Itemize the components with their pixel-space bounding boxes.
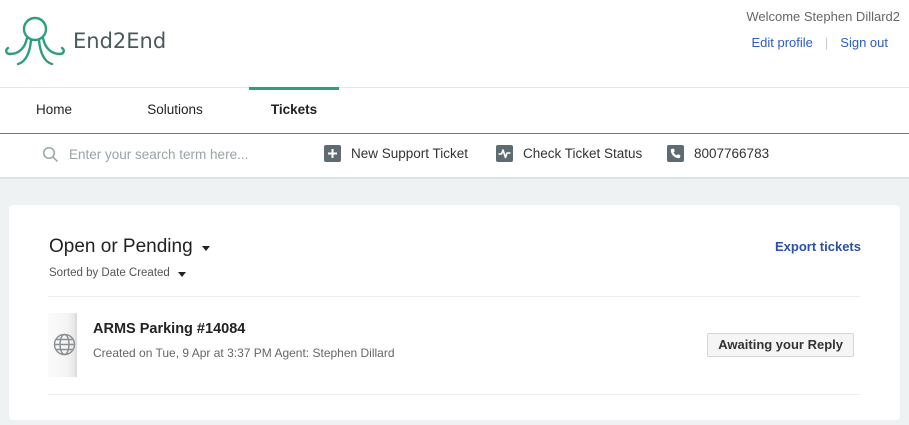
ticket-title-link[interactable]: ARMS Parking #14084 xyxy=(93,321,245,337)
tickets-card: Open or Pending Sorted by Date Created E… xyxy=(9,205,900,420)
status-badge: Awaiting your Reply xyxy=(707,333,854,357)
ticket-filter-dropdown[interactable]: Open or Pending xyxy=(49,236,210,258)
new-support-ticket-label: New Support Ticket xyxy=(351,146,469,161)
main-nav: Home Solutions Tickets xyxy=(0,87,909,134)
ticket-filter-label: Open or Pending xyxy=(49,236,193,257)
ticket-source-indicator xyxy=(48,313,77,377)
search-input[interactable] xyxy=(69,147,299,162)
tab-solutions[interactable]: Solutions xyxy=(121,88,229,133)
caret-down-icon xyxy=(177,271,186,277)
divider xyxy=(48,296,860,297)
sign-out-link[interactable]: Sign out xyxy=(840,35,888,50)
ticket-list-item[interactable]: ARMS Parking #14084 Created on Tue, 9 Ap… xyxy=(48,313,860,379)
pulse-icon xyxy=(496,145,513,162)
search-icon xyxy=(42,146,59,163)
phone-number-label: 8007766783 xyxy=(694,146,770,161)
link-separator: | xyxy=(824,35,829,50)
user-links: Edit profile | Sign out xyxy=(751,35,888,50)
divider xyxy=(48,394,860,395)
search-box xyxy=(42,146,299,163)
brand-name[interactable]: End2End xyxy=(73,29,166,53)
new-support-ticket-button[interactable]: New Support Ticket xyxy=(324,145,468,162)
header: End2End Welcome Stephen Dillard2 Edit pr… xyxy=(0,0,909,88)
sort-dropdown[interactable]: Sorted by Date Created xyxy=(49,267,186,279)
globe-icon xyxy=(53,333,76,356)
caret-down-icon xyxy=(201,245,210,251)
ticket-meta: Created on Tue, 9 Apr at 3:37 PM Agent: … xyxy=(93,346,395,360)
octopus-logo-icon[interactable] xyxy=(4,14,66,68)
tab-tickets[interactable]: Tickets xyxy=(249,87,339,133)
edit-profile-link[interactable]: Edit profile xyxy=(751,35,812,50)
phone-icon xyxy=(667,145,684,162)
action-bar: New Support Ticket Check Ticket Status 8… xyxy=(0,134,909,179)
check-ticket-status-label: Check Ticket Status xyxy=(523,146,643,161)
check-ticket-status-button[interactable]: Check Ticket Status xyxy=(496,145,642,162)
tab-home[interactable]: Home xyxy=(0,88,108,133)
phone-number-link[interactable]: 8007766783 xyxy=(667,145,769,162)
plus-icon xyxy=(324,145,341,162)
welcome-text: Welcome Stephen Dillard2 xyxy=(746,9,900,24)
export-tickets-link[interactable]: Export tickets xyxy=(775,239,861,254)
sort-label: Sorted by Date Created xyxy=(49,267,170,279)
